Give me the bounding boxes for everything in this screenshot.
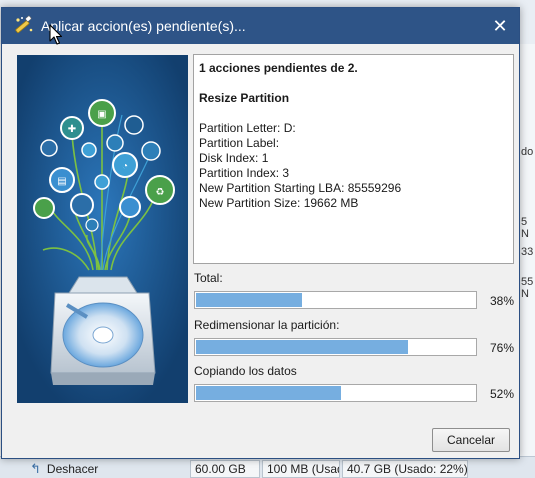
pending-operation-details: 1 acciones pendientes de 2. Resize Parti…	[193, 54, 514, 264]
svg-text:▤: ▤	[57, 176, 66, 187]
mouse-cursor-icon	[49, 24, 63, 45]
background-right-panel	[519, 44, 535, 478]
pending-count-heading: 1 acciones pendientes de 2.	[199, 61, 358, 75]
detail-line: Disk Index: 1	[199, 151, 269, 165]
partition-used-cell: 40.7 GB (Usado: 22%)	[342, 460, 468, 478]
total-progress-label: Total:	[194, 271, 223, 285]
background-right-text: 5 N	[521, 216, 529, 240]
dialog-title: Aplicar accion(es) pendiente(s)...	[41, 18, 246, 34]
detail-line: Partition Letter: D:	[199, 121, 296, 135]
svg-text:▣: ▣	[97, 109, 106, 120]
operation-name: Resize Partition	[199, 91, 290, 105]
partition-used-cell: 100 MB (Usad	[262, 460, 340, 478]
cancel-button[interactable]: Cancelar	[432, 428, 510, 452]
undo-label: Deshacer	[46, 462, 99, 476]
background-right-text: 55 N	[521, 276, 534, 300]
undo-arrow-icon: ↰	[30, 461, 41, 476]
total-progress-percent: 38%	[489, 294, 514, 308]
total-progress-fill	[196, 293, 303, 307]
resize-progress-bar	[194, 338, 477, 356]
total-progress-bar	[194, 291, 477, 309]
svg-text:◔: ◔	[122, 161, 128, 172]
resize-progress-percent: 76%	[489, 341, 514, 355]
detail-line: Partition Label:	[199, 136, 280, 150]
resize-progress-label: Redimensionar la partición:	[194, 318, 340, 332]
detail-line: New Partition Size: 19662 MB	[199, 196, 359, 210]
resize-progress-fill	[196, 340, 409, 354]
background-right-text: do	[521, 146, 534, 158]
copy-progress-label: Copiando los datos	[194, 364, 297, 378]
dialog-titlebar[interactable]: Aplicar accion(es) pendiente(s)... ✕	[2, 8, 519, 44]
copy-progress-fill	[196, 386, 342, 400]
undo-button[interactable]: ↰ Deshacer	[30, 460, 98, 478]
svg-text:✚: ✚	[68, 124, 76, 135]
apply-wand-icon	[15, 15, 33, 34]
disk-illustration: ▣ ✚ ♻ ◔ ▤	[17, 55, 188, 403]
detail-line: Partition Index: 3	[199, 166, 290, 180]
disk-tree-illustration: ▣ ✚ ♻ ◔ ▤	[17, 55, 188, 403]
apply-pending-dialog: Aplicar accion(es) pendiente(s)... ✕ ▣ ✚…	[1, 7, 520, 459]
svg-text:♻: ♻	[156, 187, 165, 198]
disk-capacity-cell: 60.00 GB	[190, 460, 260, 478]
close-button[interactable]: ✕	[487, 13, 513, 39]
background-right-text: 33	[521, 246, 534, 258]
copy-progress-bar	[194, 384, 477, 402]
close-icon: ✕	[492, 15, 508, 36]
detail-line: New Partition Starting LBA: 85559296	[199, 181, 402, 195]
copy-progress-percent: 52%	[489, 387, 514, 401]
